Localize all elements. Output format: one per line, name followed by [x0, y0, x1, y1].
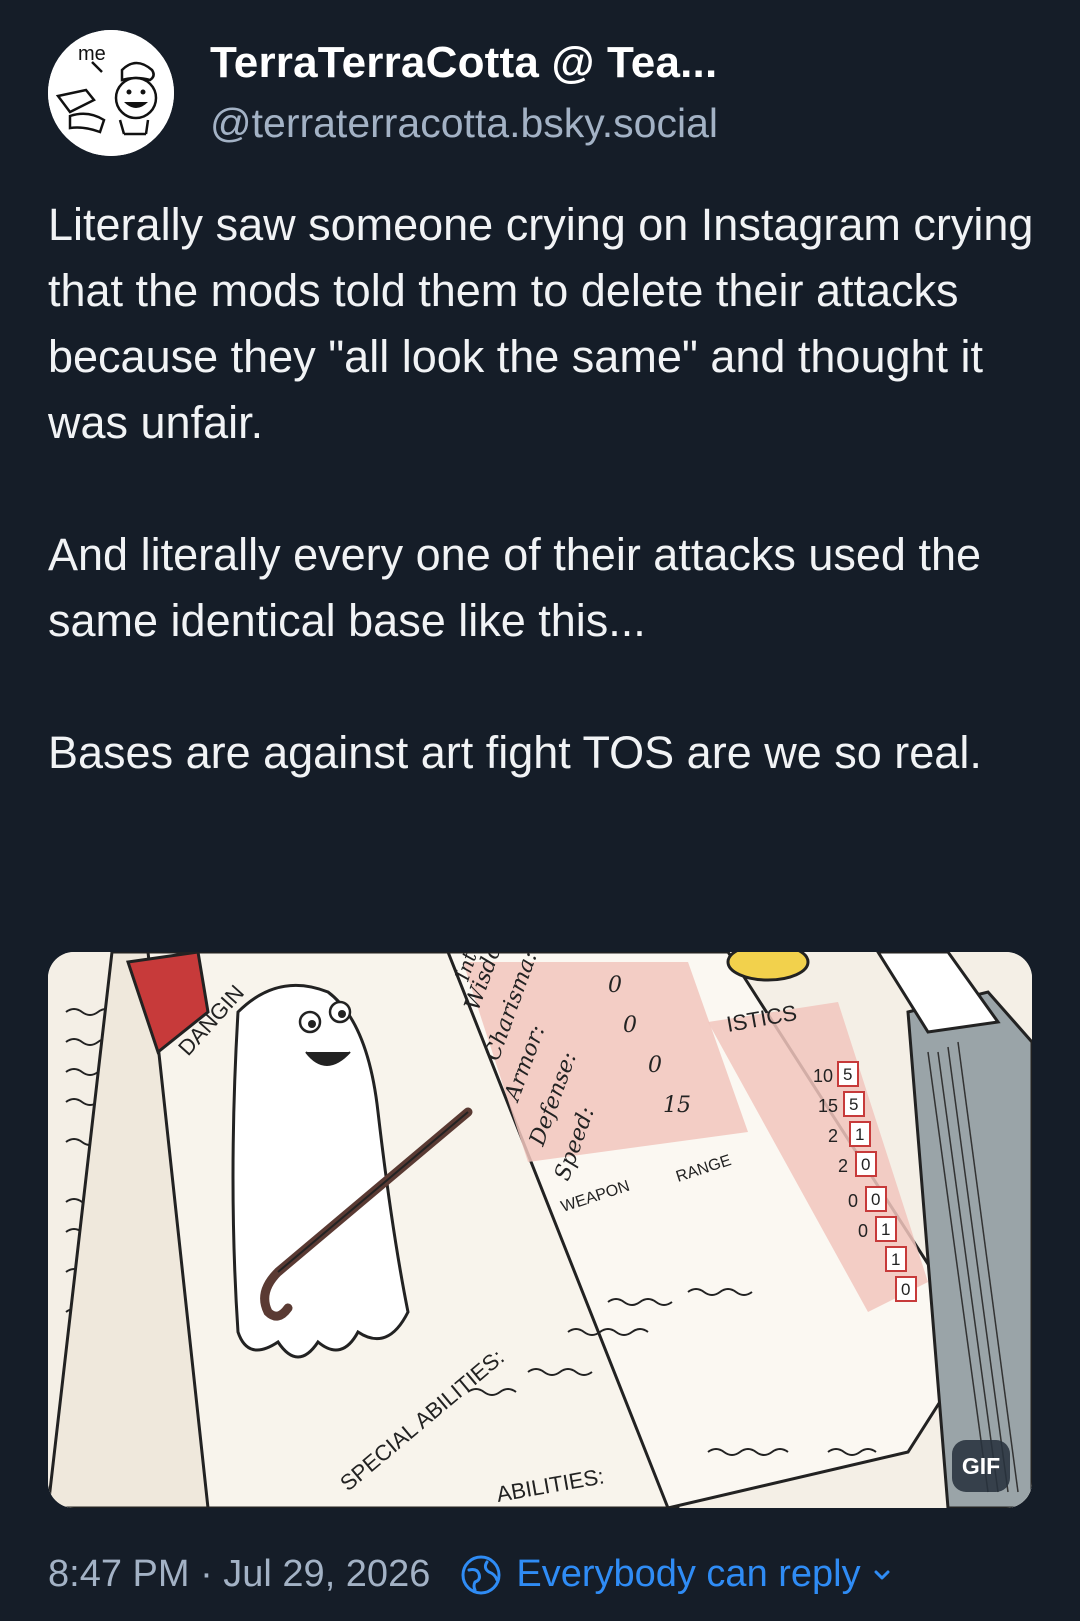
post-timestamp: 8:47 PM · Jul 29, 2026 [48, 1553, 431, 1595]
post-paragraph: Bases are against art fight TOS are we s… [48, 727, 982, 778]
svg-text:me: me [78, 43, 106, 65]
svg-text:1: 1 [881, 1220, 890, 1239]
svg-text:5: 5 [849, 1095, 858, 1114]
svg-text:2: 2 [828, 1126, 838, 1146]
author-handle[interactable]: @terraterracotta.bsky.social [210, 95, 718, 151]
author-display-name[interactable]: TerraTerraCotta @ Tea... [210, 35, 718, 91]
svg-text:5: 5 [843, 1065, 852, 1084]
svg-text:1: 1 [855, 1125, 864, 1144]
reply-settings-button[interactable]: Everybody can reply [460, 1553, 892, 1596]
book-illustration: DANGIN Intel Wisdom: Charisma: Armor: De… [48, 952, 1032, 1508]
globe-icon [461, 1555, 501, 1594]
avatar[interactable]: me [48, 30, 174, 156]
author-names: TerraTerraCotta @ Tea... @terraterracott… [210, 35, 718, 151]
post-paragraph: And literally every one of their attacks… [48, 529, 982, 646]
svg-text:0: 0 [901, 1280, 910, 1299]
post-body: Literally saw someone crying on Instagra… [48, 192, 1038, 786]
svg-text:15: 15 [818, 1096, 838, 1116]
chevron-down-icon [874, 1570, 890, 1579]
reply-settings-label: Everybody can reply [516, 1553, 861, 1595]
svg-text:0: 0 [608, 973, 622, 998]
svg-text:15: 15 [663, 1093, 691, 1118]
svg-text:0: 0 [648, 1053, 662, 1078]
svg-text:0: 0 [848, 1191, 858, 1211]
svg-text:1: 1 [891, 1250, 900, 1269]
post-header: me TerraTerraCotta @ Tea... @terraterrac… [48, 30, 718, 156]
gif-badge[interactable]: GIF [952, 1440, 1010, 1492]
gif-embed[interactable]: DANGIN Intel Wisdom: Charisma: Armor: De… [48, 952, 1032, 1508]
post-paragraph: Literally saw someone crying on Instagra… [48, 199, 1034, 448]
svg-text:10: 10 [813, 1066, 833, 1086]
svg-text:0: 0 [861, 1155, 870, 1174]
svg-text:0: 0 [623, 1013, 637, 1038]
svg-text:2: 2 [838, 1156, 848, 1176]
svg-text:0: 0 [858, 1221, 868, 1241]
post-thread: me TerraTerraCotta @ Tea... @terraterrac… [0, 0, 1080, 1621]
post-footer: 8:47 PM · Jul 29, 2026 Everybody can rep… [48, 1553, 893, 1596]
svg-text:0: 0 [871, 1190, 880, 1209]
